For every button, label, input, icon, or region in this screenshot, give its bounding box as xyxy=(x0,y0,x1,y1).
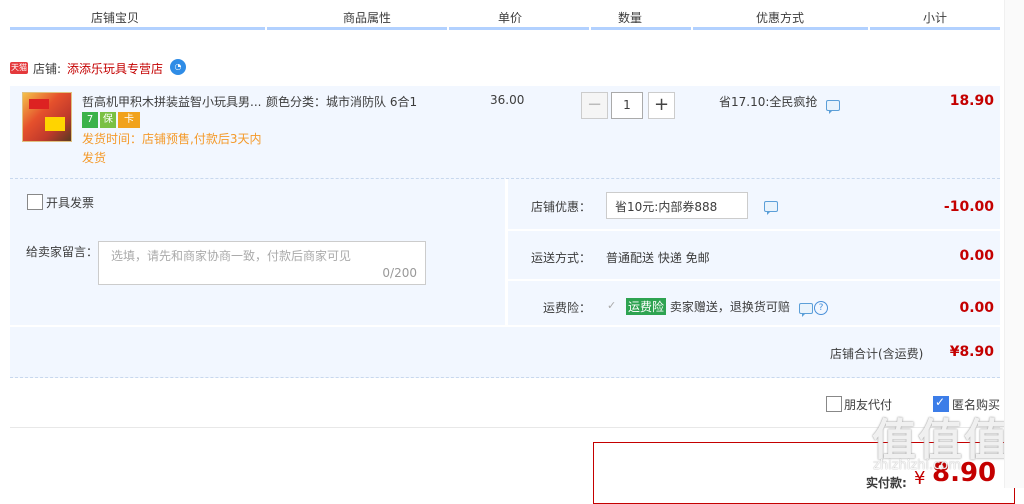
header-underline xyxy=(591,27,691,30)
invoice-checkbox[interactable] xyxy=(27,194,43,210)
promotion-text: 省17.10:全民疯抢 xyxy=(719,95,818,109)
message-label: 给卖家留言： xyxy=(26,245,99,259)
unit-price: 36.00 xyxy=(490,93,525,107)
header-underline xyxy=(449,27,589,30)
column-unit-price: 单价 xyxy=(497,11,522,25)
shop-name-link[interactable]: 添添乐玩具专营店 xyxy=(67,60,163,77)
divider xyxy=(10,427,1000,428)
seven-day-return-icon[interactable]: 7 xyxy=(82,112,98,128)
help-icon[interactable]: ? xyxy=(814,301,828,315)
insurance-tag: 运费险 xyxy=(626,298,667,315)
header-underline xyxy=(267,27,447,30)
site-watermark-url: zhizhizhi.com xyxy=(873,458,961,473)
page-scrollbar[interactable] xyxy=(1004,0,1024,488)
insurance-text: 卖家赠送，退换货可赔 xyxy=(669,300,790,314)
promo-comment-icon[interactable] xyxy=(826,100,840,114)
header-underline xyxy=(870,27,1000,30)
coupon-select[interactable]: 省10元:内部券888 ∨ xyxy=(606,192,748,219)
product-attribute: 颜色分类：城市消防队 6合1 xyxy=(266,95,418,109)
tmall-badge: 天猫 xyxy=(10,62,28,74)
shipping-label: 运送方式： xyxy=(531,251,592,265)
item-subtotal: 18.90 xyxy=(949,93,994,109)
cart-column-header: 店铺宝贝 商品属性 单价 数量 优惠方式 小计 xyxy=(10,0,1000,30)
message-placeholder: 选填，请先和商家协商一致，付款后商家可见 xyxy=(111,249,352,263)
shop-total-label: 店铺合计(含运费) xyxy=(830,347,924,361)
shop-total-amount: ¥8.90 xyxy=(949,344,994,360)
ship-time-text: 发货时间：店铺预售,付款后3天内发货 xyxy=(82,132,262,165)
shop-label: 店铺: xyxy=(33,62,62,76)
insurance-amount: 0.00 xyxy=(959,300,994,316)
credit-card-icon[interactable]: 卡 xyxy=(118,112,140,128)
column-quantity: 数量 xyxy=(617,11,642,25)
insurance-info: 运费险 卖家赠送，退换货可赔 xyxy=(626,298,790,315)
header-underline xyxy=(693,27,868,30)
quantity-input[interactable]: 1 xyxy=(611,92,643,119)
column-shop-item: 店铺宝贝 xyxy=(90,11,139,25)
product-thumbnail[interactable] xyxy=(22,92,72,142)
seller-message-input[interactable]: 选填，请先和商家协商一致，付款后商家可见 0/200 xyxy=(98,241,426,285)
shipping-amount: 0.00 xyxy=(959,248,994,264)
product-title-link[interactable]: 哲高机甲积木拼装益智小玩具男... xyxy=(82,93,262,110)
message-char-counter: 0/200 xyxy=(382,266,417,280)
chevron-down-icon: ∨ xyxy=(615,197,624,210)
coupon-comment-icon[interactable] xyxy=(764,201,778,215)
column-subtotal: 小计 xyxy=(922,11,947,25)
shop-discount-amount: -10.00 xyxy=(943,199,994,215)
wangwang-icon[interactable]: ◔ xyxy=(170,59,186,75)
header-underline xyxy=(10,27,265,30)
site-watermark: 值值值 xyxy=(872,415,1010,466)
quantity-increase-button[interactable]: + xyxy=(648,92,675,119)
service-badges: 7保卡 xyxy=(82,112,142,128)
guarantee-icon[interactable]: 保 xyxy=(100,112,116,128)
insurance-comment-icon[interactable] xyxy=(799,303,813,317)
invoice-label: 开具发票 xyxy=(46,196,95,210)
shipping-method: 普通配送 快递 免邮 xyxy=(606,251,710,265)
quantity-decrease-button[interactable]: − xyxy=(581,92,608,119)
insurance-label: 运费险： xyxy=(543,301,592,315)
insurance-checkbox[interactable]: ✓ xyxy=(607,300,619,312)
shop-discount-label: 店铺优惠： xyxy=(531,200,592,214)
friend-pay-checkbox[interactable] xyxy=(826,396,842,412)
column-attributes: 商品属性 xyxy=(342,11,391,25)
column-discount: 优惠方式 xyxy=(755,11,804,25)
